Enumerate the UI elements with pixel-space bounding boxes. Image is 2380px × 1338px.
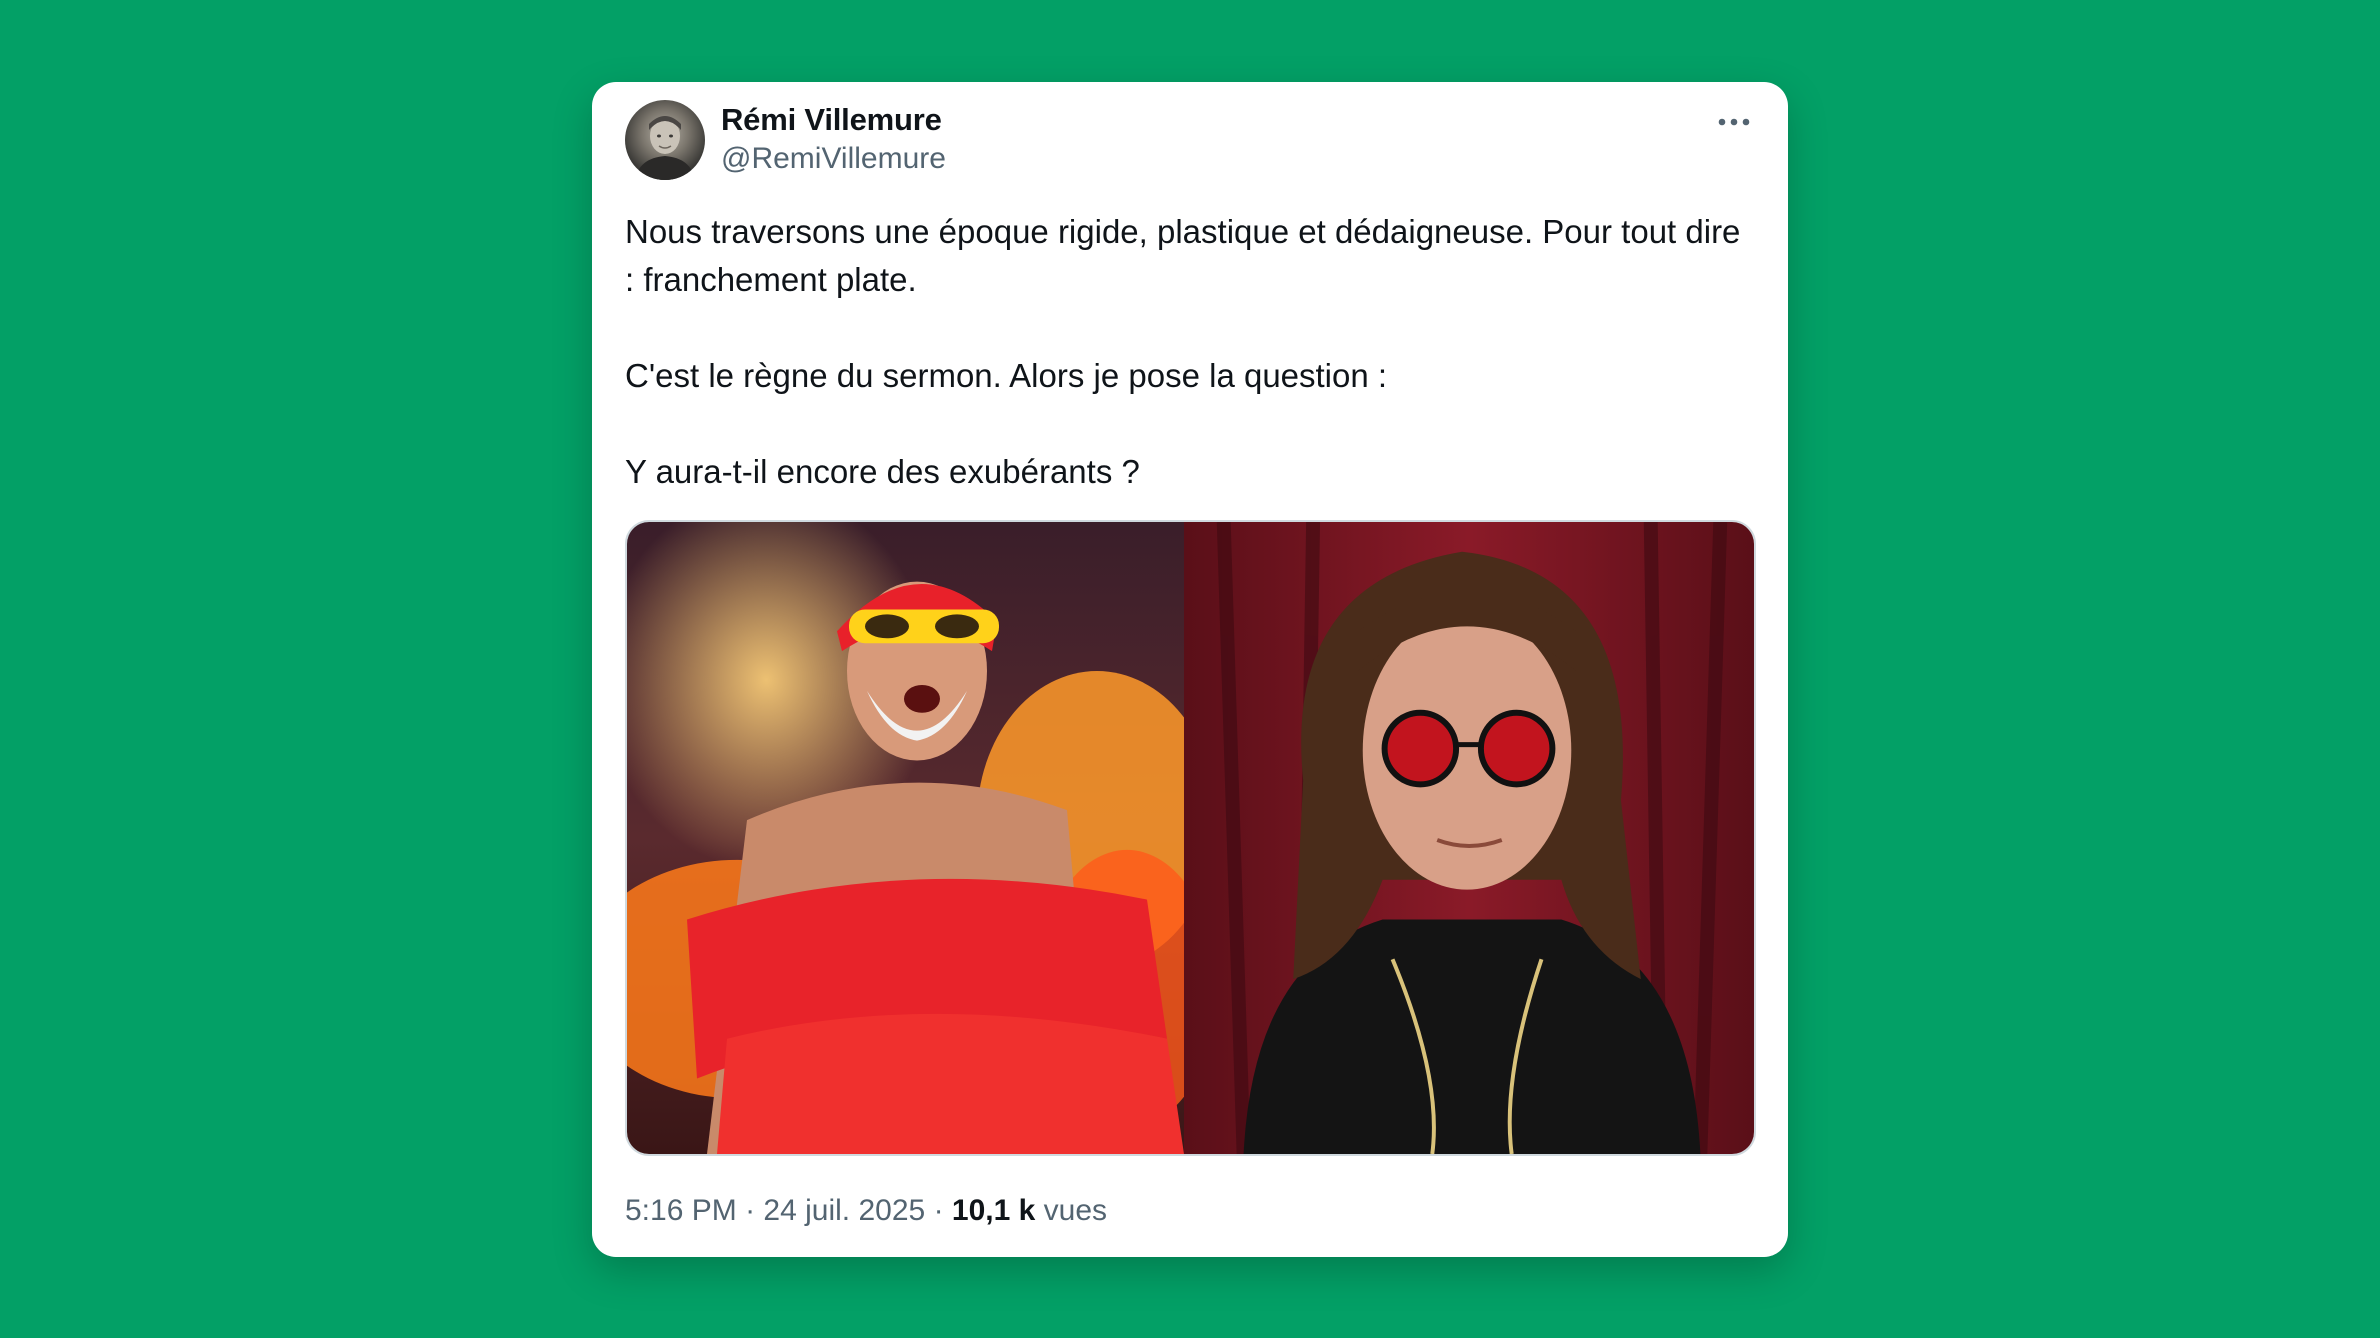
tweet-time[interactable]: 5:16 PM <box>625 1194 737 1227</box>
tweet-meta: 5:16 PM · 24 juil. 2025 · 10,1 k vues <box>625 1194 1107 1228</box>
avatar[interactable] <box>625 100 705 180</box>
meta-separator: · <box>933 1194 944 1227</box>
views-count: 10,1 k <box>951 1194 1036 1227</box>
views-label: vues <box>1043 1194 1108 1227</box>
tweet-media[interactable] <box>625 520 1756 1156</box>
author-handle[interactable]: @RemiVillemure <box>721 142 946 176</box>
tweet-paragraph: Nous traversons une époque rigide, plast… <box>625 213 1741 298</box>
media-image-wrestler[interactable] <box>627 522 1184 1154</box>
tweet-text: Nous traversons une époque rigide, plast… <box>625 208 1755 496</box>
more-horizontal-icon[interactable] <box>1714 110 1754 134</box>
tweet-paragraph: Y aura-t-il encore des exubérants ? <box>625 453 1140 490</box>
tweet-date[interactable]: 24 juil. 2025 <box>763 1194 925 1227</box>
meta-separator: · <box>745 1194 756 1227</box>
media-image-portrait[interactable] <box>1184 522 1754 1154</box>
tweet-paragraph: C'est le règne du sermon. Alors je pose … <box>625 357 1388 394</box>
author-name[interactable]: Rémi Villemure <box>721 102 942 138</box>
tweet-card: Rémi Villemure @RemiVillemure Nous trave… <box>592 82 1788 1257</box>
